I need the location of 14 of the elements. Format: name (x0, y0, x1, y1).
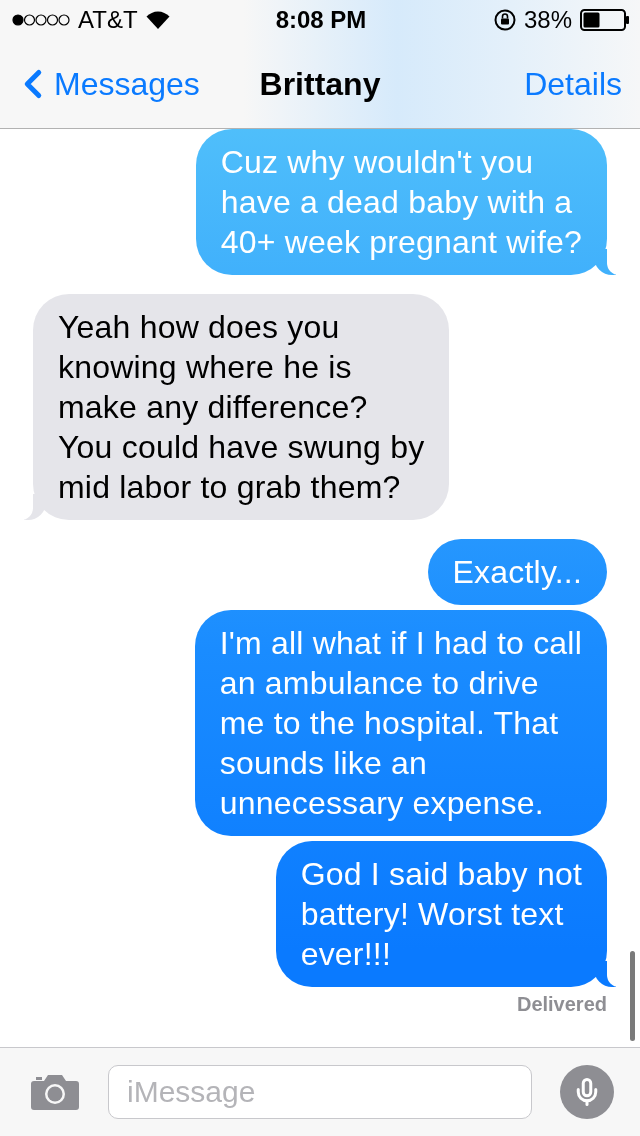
delivery-status: Delivered (516, 993, 607, 1016)
carrier-name: AT&T (78, 6, 138, 34)
wifi-icon (145, 11, 170, 29)
clock-time: 8:08 PM (275, 6, 367, 34)
camera-icon[interactable] (30, 1073, 80, 1111)
conversation-title: Brittany (259, 65, 381, 103)
back-button[interactable]: Messages (10, 61, 200, 107)
microphone-button[interactable] (560, 1065, 614, 1119)
rotation-lock-icon (493, 9, 516, 31)
details-button[interactable]: Details (524, 65, 622, 103)
signal-strength-icon (12, 14, 70, 26)
battery-icon (580, 9, 630, 31)
message-input-field[interactable]: iMessage (108, 1065, 532, 1119)
battery-percentage: 38% (523, 6, 572, 34)
